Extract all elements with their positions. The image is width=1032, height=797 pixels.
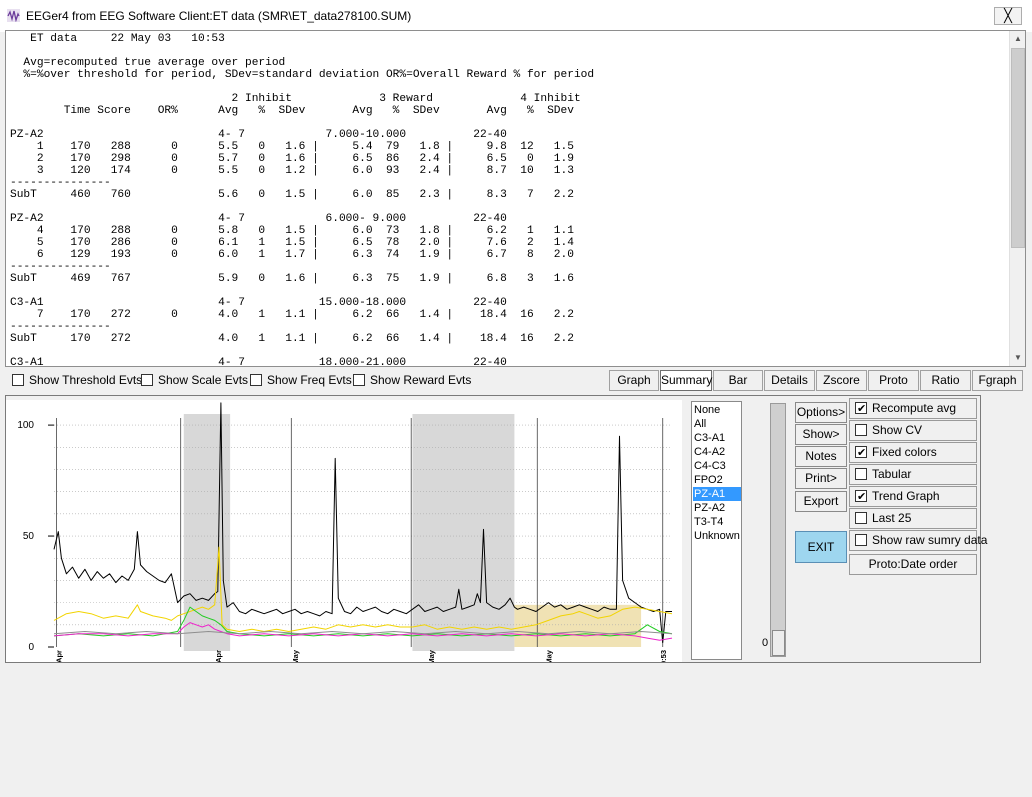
report-vertical-scrollbar[interactable]: ▲ ▼ [1009,31,1025,366]
tab-graph[interactable]: Graph [609,370,659,391]
channel-item[interactable]: All [693,417,741,431]
title-bar: EEGer4 from EEG Software Client:ET data … [0,0,1032,32]
tab-details[interactable]: Details [764,370,815,391]
tab-summary[interactable]: Summary [660,370,712,391]
scrollbar-thumb[interactable] [1011,48,1025,248]
summary-report-text: ET data 22 May 03 10:53 Avg=recomputed t… [10,33,595,367]
trend-graph[interactable]: 0 50 100 21 Apr 28 Apr 10 May 16 May 22 May 10:5… [6,400,682,662]
tab-zscore[interactable]: Zscore [816,370,867,391]
checkbox-box[interactable] [855,424,867,436]
trend-chart: 0 50 100 21 Apr 28 Apr 10 May 16 May 22 May 10:5… [17,402,673,662]
slider-value: 0 [762,637,769,649]
y-tick-label: 0 [28,642,34,653]
channel-item[interactable]: PZ-A1 [693,487,741,501]
option-show-cv[interactable]: Show CV [849,420,977,441]
channel-item[interactable]: PZ-A2 [693,501,741,515]
option-tabular[interactable]: Tabular [849,464,977,485]
notes-button[interactable]: Notes [795,446,847,467]
tab-proto[interactable]: Proto [868,370,919,391]
session-label: 10:53 [659,650,668,662]
channel-item[interactable]: FPO2 [693,473,741,487]
summary-report-panel[interactable]: ET data 22 May 03 10:53 Avg=recomputed t… [5,30,1026,367]
option-fixed-colors[interactable]: Fixed colors [849,442,977,463]
channel-item[interactable]: C4-C3 [693,459,741,473]
show-scale-evts-checkbox[interactable]: Show Scale Evts [141,373,248,387]
option-show-raw-sumry-data[interactable]: Show raw sumry data [849,530,987,551]
show-reward-evts-checkbox[interactable]: Show Reward Evts [353,373,471,387]
app-logo-icon [7,9,20,22]
close-button[interactable]: ╳ [994,7,1022,25]
checkbox-box[interactable] [353,374,365,386]
print-button[interactable]: Print> [795,468,847,489]
checkbox-box[interactable] [855,468,867,480]
show-threshold-evts-checkbox[interactable]: Show Threshold Evts [12,373,142,387]
show-button[interactable]: Show> [795,424,847,445]
option-trend-graph[interactable]: Trend Graph [849,486,977,507]
session-label: 28 Apr [214,650,223,662]
tab-bar[interactable]: Bar [713,370,763,391]
proto-date-order-button[interactable]: Proto:Date order [849,554,977,575]
scroll-down-icon[interactable]: ▼ [1010,350,1025,366]
vertical-slider[interactable] [770,403,786,657]
option-recompute-avg[interactable]: Recompute avg [849,398,977,419]
channel-item[interactable]: C4-A2 [693,445,741,459]
checkbox-box[interactable] [855,534,867,546]
channel-item[interactable]: None [693,403,741,417]
options-button[interactable]: Options> [795,402,847,423]
checkbox-box[interactable] [12,374,24,386]
slider-knob[interactable] [772,630,785,656]
checkbox-box[interactable] [855,400,867,419]
checkbox-box[interactable] [855,488,867,507]
session-label: 10 May [291,649,300,662]
grey-band [412,414,515,651]
channel-item[interactable]: T3-T4 [693,515,741,529]
tab-ratio[interactable]: Ratio [920,370,971,391]
option-last-25[interactable]: Last 25 [849,508,977,529]
checkbox-box[interactable] [855,444,867,463]
show-freq-evts-checkbox[interactable]: Show Freq Evts [250,373,352,387]
session-label: 22 May [544,649,553,662]
y-tick-label: 50 [23,531,35,542]
checkbox-box[interactable] [250,374,262,386]
channel-item[interactable]: Unknown [693,529,741,543]
exit-button[interactable]: EXIT [795,531,847,563]
y-tick-label: 100 [17,420,34,431]
session-label: 21 Apr [54,650,63,662]
tan-band [514,604,642,647]
channel-list[interactable]: None All C3-A1 C4-A2 C4-C3 FPO2 PZ-A1 PZ-A2 T3-T… [691,401,742,660]
checkbox-box[interactable] [855,512,867,524]
window-title: EEGer4 from EEG Software Client:ET data … [26,9,412,23]
checkbox-box[interactable] [141,374,153,386]
channel-item[interactable]: C3-A1 [693,431,741,445]
close-icon: ╳ [1004,8,1012,23]
session-label: 16 May [427,649,436,662]
export-button[interactable]: Export [795,491,847,512]
grey-band [183,414,231,651]
scroll-up-icon[interactable]: ▲ [1010,31,1025,47]
tab-fgraph[interactable]: Fgraph [972,370,1023,391]
